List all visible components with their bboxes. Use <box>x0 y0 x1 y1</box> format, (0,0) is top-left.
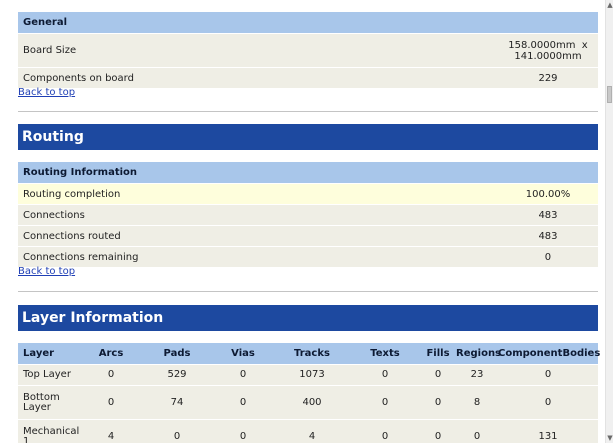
general-table: General Board Size 158.0000mm x 141.0000… <box>18 12 598 89</box>
layer-section-title: Layer Information <box>18 305 598 331</box>
back-to-top-link[interactable]: Back to top <box>18 86 75 99</box>
cell-regions: 0 <box>456 419 498 443</box>
cell-regions: 8 <box>456 385 498 420</box>
table-row: Components on board 229 <box>18 67 598 89</box>
cell-fills: 0 <box>420 419 456 443</box>
board-size-text: 158.0000mm x 141.0000mm <box>508 39 588 62</box>
connections-value: 483 <box>497 204 598 226</box>
cell-vias: 0 <box>212 364 274 386</box>
connections-remaining-label: Connections remaining <box>18 246 498 268</box>
cell-tracks: 1073 <box>274 364 350 386</box>
table-row: Board Size 158.0000mm x 141.0000mm <box>18 33 598 68</box>
back-to-top-link[interactable]: Back to top <box>18 265 75 278</box>
table-row: Bottom Layer 0 74 0 400 0 0 8 0 <box>18 385 598 420</box>
cell-componentbodies: 131 <box>498 419 598 443</box>
layer-name: Top Layer <box>18 364 80 386</box>
col-pads: Pads <box>142 343 212 365</box>
cell-pads: 74 <box>142 385 212 420</box>
connections-remaining-value: 0 <box>497 246 598 268</box>
layer-header-row: Layer Arcs Pads Vias Tracks Texts Fills … <box>18 343 600 365</box>
table-row: Routing completion 100.00% <box>18 183 598 205</box>
col-texts: Texts <box>350 343 420 365</box>
board-size-value: 158.0000mm x 141.0000mm <box>498 33 598 68</box>
cell-componentbodies: 0 <box>498 385 598 420</box>
routing-completion-label: Routing completion <box>18 183 498 205</box>
board-size-label: Board Size <box>18 33 498 68</box>
routing-completion-value: 100.00% <box>497 183 598 205</box>
section-divider <box>18 111 598 112</box>
cell-texts: 0 <box>350 364 420 386</box>
routing-table: Routing Information Routing completion 1… <box>18 162 598 268</box>
routing-header: Routing Information <box>18 162 598 184</box>
cell-fills: 0 <box>420 364 456 386</box>
general-header: General <box>18 12 598 34</box>
cell-regions: 23 <box>456 364 498 386</box>
routing-section-title: Routing <box>18 124 598 150</box>
cell-vias: 0 <box>212 385 274 420</box>
cell-tracks: 4 <box>274 419 350 443</box>
section-divider <box>18 291 598 292</box>
cell-pads: 0 <box>142 419 212 443</box>
table-row: Connections remaining 0 <box>18 246 598 268</box>
col-fills: Fills <box>420 343 456 365</box>
report-page: General Board Size 158.0000mm x 141.0000… <box>0 0 605 443</box>
cell-vias: 0 <box>212 419 274 443</box>
cell-arcs: 0 <box>80 364 142 386</box>
vertical-scrollbar[interactable]: ▲ ▼ <box>605 0 613 443</box>
layer-table: Layer Arcs Pads Vias Tracks Texts Fills … <box>18 343 600 443</box>
cell-fills: 0 <box>420 385 456 420</box>
col-layer: Layer <box>18 343 80 365</box>
cell-arcs: 0 <box>80 385 142 420</box>
cell-componentbodies: 0 <box>498 364 598 386</box>
table-row: Mechanical 1 4 0 0 4 0 0 0 131 <box>18 419 598 443</box>
triangle-up-icon[interactable]: ▲ <box>606 0 613 10</box>
cell-tracks: 400 <box>274 385 350 420</box>
cell-texts: 0 <box>350 419 420 443</box>
layer-name: Bottom Layer <box>18 385 80 420</box>
col-componentbodies: ComponentBodies <box>498 343 600 365</box>
col-regions: Regions <box>456 343 501 365</box>
connections-label: Connections <box>18 204 498 226</box>
components-value: 229 <box>498 67 598 89</box>
table-row: Top Layer 0 529 0 1073 0 0 23 0 <box>18 364 598 386</box>
components-label: Components on board <box>18 67 498 89</box>
triangle-down-icon[interactable]: ▼ <box>606 433 613 443</box>
cell-arcs: 4 <box>80 419 142 443</box>
connections-routed-label: Connections routed <box>18 225 498 247</box>
col-tracks: Tracks <box>274 343 350 365</box>
cell-pads: 529 <box>142 364 212 386</box>
col-arcs: Arcs <box>80 343 142 365</box>
scrollbar-thumb[interactable] <box>607 86 612 103</box>
connections-routed-value: 483 <box>497 225 598 247</box>
table-row: Connections routed 483 <box>18 225 598 247</box>
table-row: Connections 483 <box>18 204 598 226</box>
layer-name: Mechanical 1 <box>18 419 80 443</box>
col-vias: Vias <box>212 343 274 365</box>
cell-texts: 0 <box>350 385 420 420</box>
